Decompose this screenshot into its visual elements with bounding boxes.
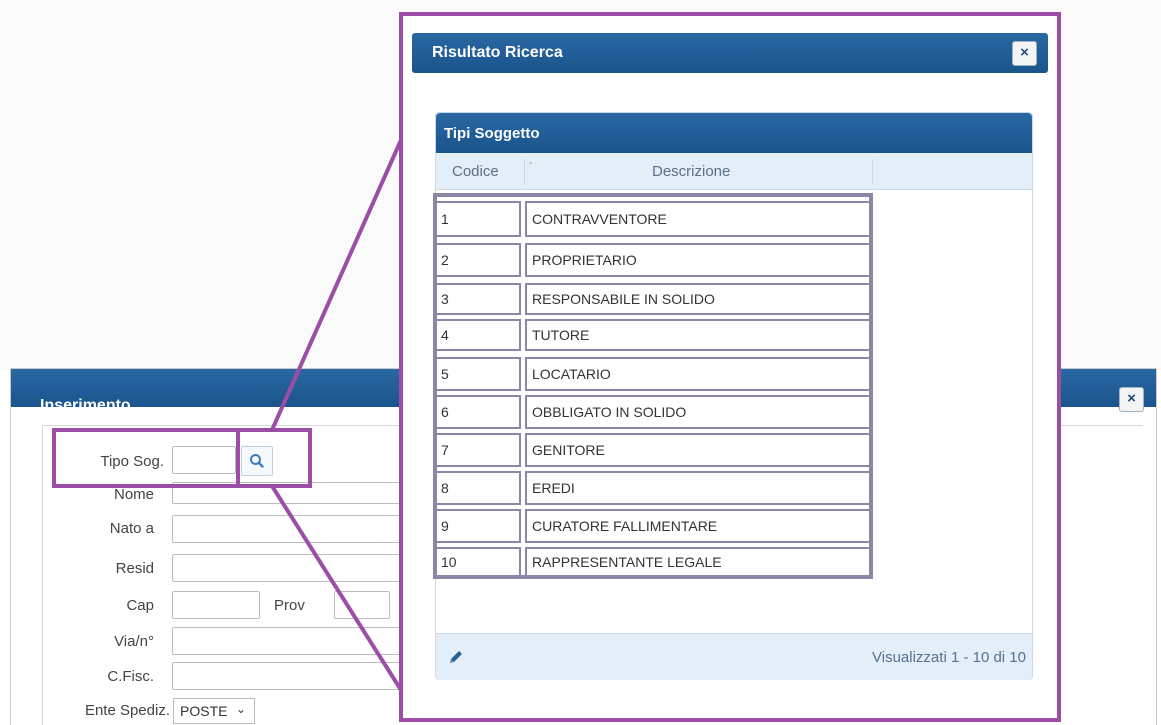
cap-label: Cap (126, 597, 154, 614)
tipo-sog-input[interactable] (172, 446, 236, 474)
tipo-sog-search-button[interactable] (241, 446, 273, 476)
cell-descrizione-text: CONTRAVVENTORE (532, 211, 667, 227)
table-row[interactable]: 1 CONTRAVVENTORE (437, 201, 869, 237)
cell-descrizione-text: RESPONSABILE IN SOLIDO (532, 291, 715, 307)
cell-codice-text: 1 (441, 211, 449, 227)
column-header-codice[interactable]: Codice (452, 163, 499, 180)
cell-codice-text: 2 (441, 252, 449, 268)
cell-codice[interactable]: 2 (437, 243, 521, 277)
cell-descrizione[interactable]: OBBLIGATO IN SOLIDO (525, 395, 869, 429)
cell-descrizione-text: TUTORE (532, 327, 590, 343)
sort-indicator-icon: ˆ (529, 161, 532, 171)
popup-header: Risultato Ricerca × (412, 33, 1048, 73)
cell-codice-text: 5 (441, 366, 449, 382)
chevron-down-icon: ⌄ (235, 702, 246, 716)
table-row[interactable]: 6 OBBLIGATO IN SOLIDO (437, 395, 869, 429)
cell-descrizione-text: LOCATARIO (532, 366, 611, 382)
cell-descrizione[interactable]: TUTORE (525, 319, 869, 351)
grid-rows: 1 CONTRAVVENTORE 2 PROPRIETARIO 3 RESPONSABIL… (433, 193, 873, 579)
table-row[interactable]: 10 RAPPRESENTANTE LEGALE (437, 547, 869, 577)
cell-descrizione-text: OBBLIGATO IN SOLIDO (532, 404, 687, 420)
table-row[interactable]: 5 LOCATARIO (437, 357, 869, 391)
cell-codice-text: 7 (441, 442, 449, 458)
table-row[interactable]: 7 GENITORE (437, 433, 869, 467)
table-row[interactable]: 8 EREDI (437, 471, 869, 505)
ente-spediz-value: POSTE (180, 703, 228, 719)
tipo-sog-label: Tipo Sog. (100, 453, 164, 470)
cell-codice[interactable]: 7 (437, 433, 521, 467)
cell-descrizione[interactable]: RAPPRESENTANTE LEGALE (525, 547, 869, 577)
cell-codice[interactable]: 4 (437, 319, 521, 351)
cell-descrizione-text: PROPRIETARIO (532, 252, 637, 268)
grid-caption-label: Tipi Soggetto (444, 125, 540, 142)
ente-spediz-select[interactable]: POSTE ⌄ (173, 698, 255, 724)
pagination-status: Visualizzati 1 - 10 di 10 (872, 649, 1026, 666)
table-row[interactable]: 2 PROPRIETARIO (437, 243, 869, 277)
table-row[interactable]: 4 TUTORE (437, 319, 869, 351)
cell-descrizione[interactable]: GENITORE (525, 433, 869, 467)
cell-codice-text: 10 (441, 554, 457, 570)
cell-descrizione[interactable]: RESPONSABILE IN SOLIDO (525, 283, 869, 315)
resid-input[interactable] (172, 554, 406, 582)
cell-descrizione[interactable]: CURATORE FALLIMENTARE (525, 509, 869, 543)
table-row[interactable]: 3 RESPONSABILE IN SOLIDO (437, 283, 869, 315)
search-icon (250, 454, 264, 468)
pencil-icon[interactable] (446, 647, 466, 667)
cell-codice-text: 4 (441, 327, 449, 343)
column-header-descrizione[interactable]: Descrizione (652, 163, 730, 180)
cfisc-input[interactable] (172, 662, 406, 690)
grid-header: Codice ˆ Descrizione (436, 153, 1032, 190)
nato-a-input[interactable] (172, 515, 406, 543)
cfisc-label: C.Fisc. (107, 668, 154, 685)
cell-codice[interactable]: 5 (437, 357, 521, 391)
nome-input[interactable] (172, 482, 406, 504)
cell-codice[interactable]: 1 (437, 201, 521, 237)
cell-codice[interactable]: 9 (437, 509, 521, 543)
cell-codice-text: 8 (441, 480, 449, 496)
cell-descrizione-text: RAPPRESENTANTE LEGALE (532, 554, 722, 570)
cell-descrizione[interactable]: PROPRIETARIO (525, 243, 869, 277)
grid-caption: Tipi Soggetto (436, 113, 1032, 153)
via-label: Via/n° (114, 633, 154, 650)
cell-descrizione-text: GENITORE (532, 442, 605, 458)
nato-a-label: Nato a (109, 520, 154, 537)
cell-descrizione[interactable]: EREDI (525, 471, 869, 505)
grid-footer: Visualizzati 1 - 10 di 10 (436, 633, 1032, 680)
ente-spediz-label: Ente Spediz. (84, 702, 170, 719)
via-input[interactable] (172, 627, 406, 655)
popup-title: Risultato Ricerca (432, 44, 563, 61)
risultato-ricerca-popup: Risultato Ricerca × Tipi Soggetto Codice… (399, 12, 1061, 722)
cell-descrizione[interactable]: CONTRAVVENTORE (525, 201, 869, 237)
column-divider[interactable] (524, 159, 525, 185)
column-divider[interactable] (872, 159, 873, 185)
cell-codice-text: 9 (441, 518, 449, 534)
inserimento-title: Inserimento (40, 397, 131, 414)
prov-input[interactable] (334, 591, 390, 619)
cell-codice[interactable]: 6 (437, 395, 521, 429)
tipi-soggetto-grid: Tipi Soggetto Codice ˆ Descrizione 1 CONT… (433, 112, 1033, 680)
cell-descrizione-text: CURATORE FALLIMENTARE (532, 518, 718, 534)
cell-codice-text: 3 (441, 291, 449, 307)
cell-descrizione[interactable]: LOCATARIO (525, 357, 869, 391)
cap-input[interactable] (172, 591, 260, 619)
prov-label: Prov (274, 597, 305, 614)
resid-label: Resid (115, 560, 154, 577)
cell-codice[interactable]: 3 (437, 283, 521, 315)
close-icon[interactable]: × (1119, 387, 1144, 412)
nome-label: Nome (113, 486, 154, 503)
cell-codice[interactable]: 8 (437, 471, 521, 505)
table-row[interactable]: 9 CURATORE FALLIMENTARE (437, 509, 869, 543)
cell-codice[interactable]: 10 (437, 547, 521, 577)
close-icon[interactable]: × (1012, 41, 1037, 66)
cell-descrizione-text: EREDI (532, 480, 575, 496)
cell-codice-text: 6 (441, 404, 449, 420)
